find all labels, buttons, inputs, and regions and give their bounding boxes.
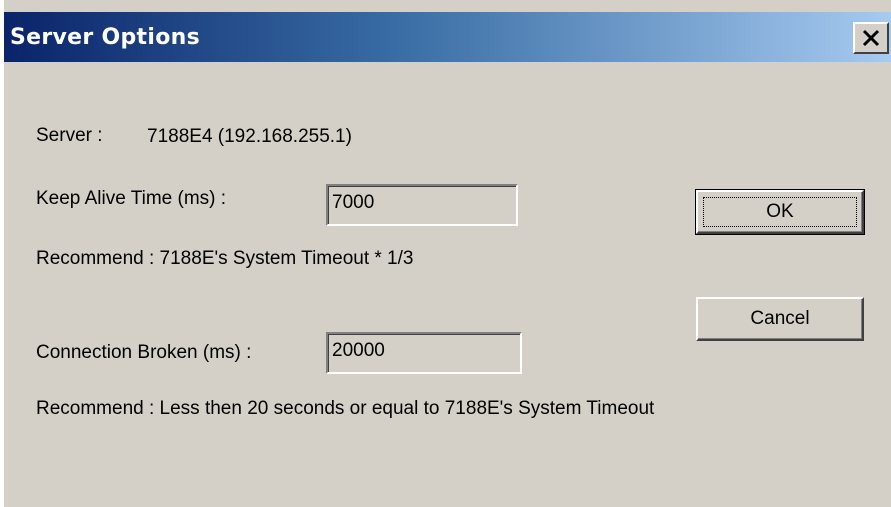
close-icon xyxy=(862,29,880,47)
keep-alive-label: Keep Alive Time (ms) : xyxy=(36,188,227,209)
keep-alive-input[interactable]: 7000 xyxy=(326,184,518,226)
ok-button-label: OK xyxy=(766,201,794,222)
dialog-title: Server Options xyxy=(10,25,200,50)
keep-alive-recommend: Recommend : 7188E's System Timeout * 1/3 xyxy=(36,248,414,269)
server-value: 7188E4 (192.168.255.1) xyxy=(147,126,352,147)
ok-button[interactable]: OK xyxy=(695,189,865,235)
connection-broken-label: Connection Broken (ms) : xyxy=(36,342,252,363)
cancel-button-label: Cancel xyxy=(750,308,810,329)
close-button[interactable] xyxy=(853,22,889,54)
server-label: Server : xyxy=(36,125,103,146)
title-bar[interactable]: Server Options xyxy=(4,12,891,62)
connection-broken-recommend: Recommend : Less then 20 seconds or equa… xyxy=(36,398,655,419)
cancel-button[interactable]: Cancel xyxy=(696,297,864,341)
server-options-dialog: Server Options Server : 7188E4 (192.168.… xyxy=(0,0,891,507)
connection-broken-input[interactable]: 20000 xyxy=(326,332,522,374)
